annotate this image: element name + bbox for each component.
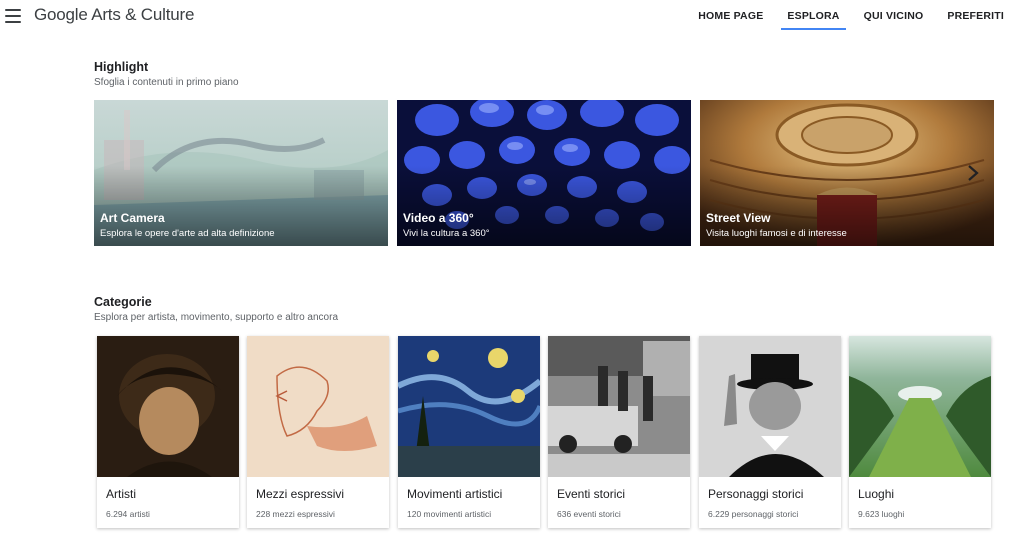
movements-image bbox=[398, 336, 540, 477]
menu-icon[interactable] bbox=[5, 9, 21, 23]
nav-favorites[interactable]: PREFERITI bbox=[947, 0, 1004, 30]
nav-home[interactable]: HOME PAGE bbox=[698, 0, 763, 30]
categories-title: Categorie bbox=[94, 295, 152, 309]
category-title: Luoghi bbox=[858, 487, 895, 501]
highlight-title: Highlight bbox=[94, 60, 149, 74]
app-logo[interactable]: Google Arts & Culture bbox=[34, 5, 194, 25]
category-title: Movimenti artistici bbox=[407, 487, 503, 501]
category-card-events[interactable]: Eventi storici 636 eventi storici bbox=[548, 336, 690, 528]
category-count: 636 eventi storici bbox=[557, 509, 621, 519]
category-card-people[interactable]: Personaggi storici 6.229 personaggi stor… bbox=[699, 336, 841, 528]
category-card-movements[interactable]: Movimenti artistici 120 movimenti artist… bbox=[398, 336, 540, 528]
category-title: Mezzi espressivi bbox=[256, 487, 345, 501]
category-count: 6.294 artisti bbox=[106, 509, 150, 519]
category-card-places[interactable]: Luoghi 9.623 luoghi bbox=[849, 336, 991, 528]
highlight-card-video-360[interactable]: Video a 360° Vivi la cultura a 360° bbox=[397, 100, 691, 246]
highlight-card-subtitle: Vivi la cultura a 360° bbox=[403, 228, 490, 239]
events-image bbox=[548, 336, 690, 477]
main-nav: HOME PAGE ESPLORA QUI VICINO PREFERITI bbox=[674, 0, 1004, 34]
category-title: Artisti bbox=[106, 487, 136, 501]
media-image bbox=[247, 336, 389, 477]
places-image bbox=[849, 336, 991, 477]
categories-subtitle: Esplora per artista, movimento, supporto… bbox=[94, 312, 339, 323]
highlight-card-title: Street View bbox=[706, 211, 771, 225]
people-image bbox=[699, 336, 841, 477]
highlight-card-subtitle: Visita luoghi famosi e di interesse bbox=[706, 228, 847, 239]
artists-image bbox=[97, 336, 239, 477]
highlight-subtitle: Sfoglia i contenuti in primo piano bbox=[94, 77, 239, 88]
category-card-artists[interactable]: Artisti 6.294 artisti bbox=[97, 336, 239, 528]
chevron-right-icon[interactable] bbox=[960, 157, 986, 189]
highlight-card-title: Art Camera bbox=[100, 211, 165, 225]
highlight-card-subtitle: Esplora le opere d'arte ad alta definizi… bbox=[100, 228, 275, 239]
highlight-card-street-view[interactable]: Street View Visita luoghi famosi e di in… bbox=[700, 100, 994, 246]
highlight-card-art-camera[interactable]: Art Camera Esplora le opere d'arte ad al… bbox=[94, 100, 388, 246]
top-bar: Google Arts & Culture HOME PAGE ESPLORA … bbox=[0, 0, 1024, 34]
category-title: Personaggi storici bbox=[708, 487, 804, 501]
nav-nearby[interactable]: QUI VICINO bbox=[864, 0, 924, 30]
highlight-card-title: Video a 360° bbox=[403, 211, 474, 225]
category-count: 120 movimenti artistici bbox=[407, 509, 492, 519]
category-count: 6.229 personaggi storici bbox=[708, 509, 799, 519]
category-card-media[interactable]: Mezzi espressivi 228 mezzi espressivi bbox=[247, 336, 389, 528]
category-count: 228 mezzi espressivi bbox=[256, 509, 335, 519]
nav-explore[interactable]: ESPLORA bbox=[781, 0, 846, 30]
category-count: 9.623 luoghi bbox=[858, 509, 905, 519]
category-title: Eventi storici bbox=[557, 487, 626, 501]
